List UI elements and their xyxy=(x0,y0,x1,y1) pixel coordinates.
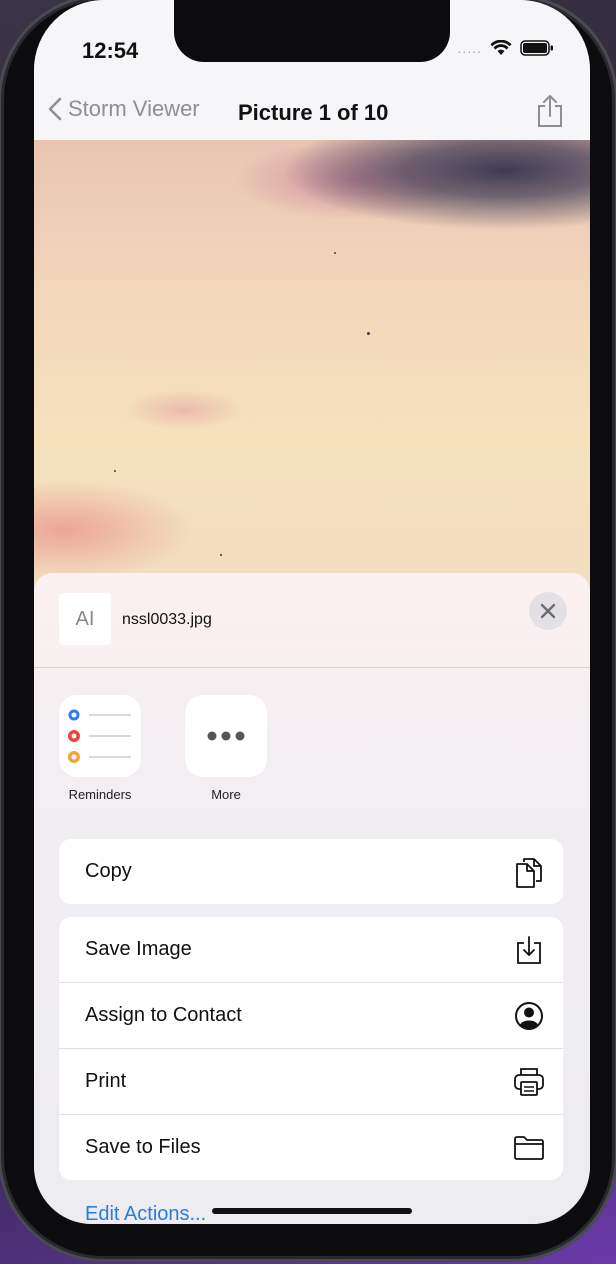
share-icon xyxy=(538,95,562,127)
storm-photo xyxy=(34,140,590,600)
share-sheet-header: AI nssl0033.jpg xyxy=(34,573,590,668)
notch xyxy=(174,0,450,62)
action-save-image[interactable]: Save Image xyxy=(59,917,563,982)
action-group-copy: Copy xyxy=(59,839,563,904)
folder-icon xyxy=(513,1132,545,1164)
file-thumbnail: AI xyxy=(59,593,111,645)
app-label-reminders: Reminders xyxy=(68,787,132,802)
action-label: Save Image xyxy=(85,938,192,960)
action-print[interactable]: Print xyxy=(59,1048,563,1114)
share-button[interactable] xyxy=(536,94,564,133)
action-label: Print xyxy=(85,1070,127,1092)
page-title: Picture 1 of 10 xyxy=(238,100,389,125)
screen: 12:54 ..... Storm Viewer Picture 1 of 10… xyxy=(34,0,590,1224)
file-name: nssl0033.jpg xyxy=(122,611,212,628)
action-copy[interactable]: Copy xyxy=(59,839,563,904)
share-sheet: AI nssl0033.jpg Reminders More Copy Save… xyxy=(34,573,590,1224)
action-label: Assign to Contact xyxy=(85,1004,242,1026)
wifi-icon xyxy=(490,40,512,55)
more-icon xyxy=(185,695,267,777)
printer-icon xyxy=(513,1066,545,1098)
action-label: Copy xyxy=(85,860,132,882)
contact-icon xyxy=(513,1000,545,1032)
action-save-to-files[interactable]: Save to Files xyxy=(59,1114,563,1180)
copy-icon xyxy=(513,856,545,888)
back-button[interactable]: Storm Viewer xyxy=(48,96,200,122)
close-button[interactable] xyxy=(529,592,567,630)
app-more[interactable]: More xyxy=(184,695,268,802)
navigation-bar: Storm Viewer Picture 1 of 10 xyxy=(34,88,590,141)
battery-icon xyxy=(520,40,553,56)
home-indicator xyxy=(212,1208,412,1214)
save-image-icon xyxy=(513,934,545,966)
action-label: Save to Files xyxy=(85,1136,201,1158)
signal-indicator: ..... xyxy=(457,40,482,56)
reminders-icon xyxy=(59,695,141,777)
app-label-more: More xyxy=(211,787,241,802)
status-icons: ..... xyxy=(458,40,554,56)
close-icon xyxy=(540,603,556,619)
edit-actions-link[interactable]: Edit Actions... xyxy=(85,1203,206,1224)
action-group-main: Save Image Assign to Contact Print Save … xyxy=(59,917,563,1180)
status-time: 12:54 xyxy=(82,38,139,63)
app-reminders[interactable]: Reminders xyxy=(58,695,142,802)
chevron-left-icon xyxy=(48,97,62,121)
status-bar: 12:54 ..... xyxy=(34,0,590,88)
back-label: Storm Viewer xyxy=(68,96,200,121)
action-assign-to-contact[interactable]: Assign to Contact xyxy=(59,982,563,1048)
phone-frame: 12:54 ..... Storm Viewer Picture 1 of 10… xyxy=(4,0,612,1256)
